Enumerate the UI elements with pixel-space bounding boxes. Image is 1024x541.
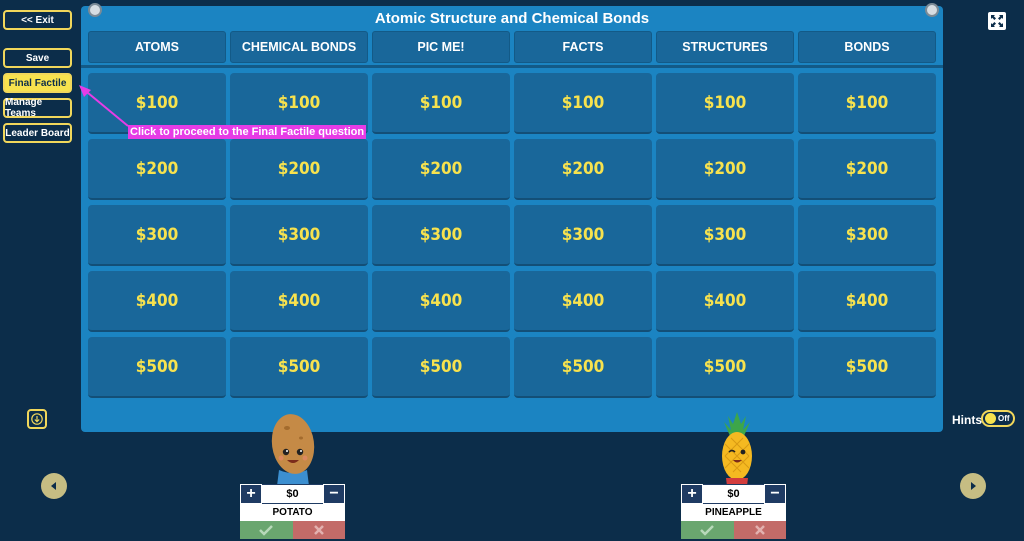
minus-icon: − (329, 485, 339, 502)
exit-button[interactable]: << Exit (3, 10, 72, 30)
add-points-button[interactable]: + (240, 484, 262, 504)
game-board: Atomic Structure and Chemical Bonds ATOM… (81, 6, 943, 432)
category-header: ATOMS (88, 31, 226, 63)
previous-button[interactable] (41, 473, 67, 499)
manage-teams-button[interactable]: Manage Teams (3, 97, 72, 119)
question-tile[interactable]: $300 (88, 205, 226, 266)
category-header: PIC ME! (372, 31, 510, 63)
question-tile[interactable]: $200 (656, 139, 794, 200)
category-header: FACTS (514, 31, 652, 63)
question-tile[interactable]: $500 (798, 337, 936, 398)
question-tile[interactable]: $400 (656, 271, 794, 332)
fullscreen-button[interactable] (988, 12, 1006, 30)
question-tile[interactable]: $300 (656, 205, 794, 266)
leader-board-button[interactable]: Leader Board (3, 123, 72, 143)
team-name: POTATO (240, 504, 345, 521)
team-scorecard: + $0 − POTATO (240, 484, 345, 539)
team-score: $0 (703, 484, 764, 504)
add-points-button[interactable]: + (681, 484, 703, 504)
subtract-points-button[interactable]: − (323, 484, 345, 504)
minus-icon: − (770, 485, 780, 502)
question-tile[interactable]: $200 (798, 139, 936, 200)
question-tile[interactable]: $300 (230, 205, 368, 266)
team-scorecard: + $0 − PINEAPPLE (681, 484, 786, 539)
final-factile-tooltip: Click to proceed to the Final Factile qu… (128, 125, 367, 139)
save-button[interactable]: Save (3, 48, 72, 68)
question-tile[interactable]: $400 (372, 271, 510, 332)
question-tile[interactable]: $100 (372, 73, 510, 134)
question-tile[interactable]: $400 (88, 271, 226, 332)
question-tile[interactable]: $400 (514, 271, 652, 332)
question-tile[interactable]: $200 (372, 139, 510, 200)
final-factile-button[interactable]: Final Factile (3, 73, 72, 93)
check-icon (259, 525, 274, 536)
incorrect-button[interactable] (733, 521, 786, 539)
pineapple-avatar (722, 412, 752, 486)
next-icon (971, 482, 976, 490)
hints-state: Off (998, 414, 1010, 423)
header-divider (81, 65, 943, 68)
cross-icon (313, 525, 324, 535)
question-tile[interactable]: $300 (372, 205, 510, 266)
team-score: $0 (262, 484, 323, 504)
question-tile[interactable]: $200 (230, 139, 368, 200)
incorrect-button[interactable] (292, 521, 345, 539)
potato-avatar (271, 414, 315, 486)
team-name: PINEAPPLE (681, 504, 786, 521)
next-button[interactable] (960, 473, 986, 499)
question-tile[interactable]: $500 (656, 337, 794, 398)
question-tile[interactable]: $400 (798, 271, 936, 332)
plus-icon: + (246, 485, 256, 502)
download-icon (31, 413, 43, 425)
fullscreen-icon (991, 15, 1003, 27)
question-tile[interactable]: $200 (88, 139, 226, 200)
correct-button[interactable] (240, 521, 293, 539)
cross-icon (754, 525, 765, 535)
subtract-points-button[interactable]: − (764, 484, 786, 504)
question-tile[interactable]: $500 (88, 337, 226, 398)
question-tile[interactable]: $300 (514, 205, 652, 266)
check-icon (700, 525, 715, 536)
question-tile[interactable]: $100 (798, 73, 936, 134)
toggle-knob (985, 413, 996, 424)
question-tile[interactable]: $200 (514, 139, 652, 200)
board-corner-bolt (88, 3, 102, 17)
previous-icon (51, 482, 56, 490)
question-tile[interactable]: $100 (656, 73, 794, 134)
question-tile[interactable]: $500 (372, 337, 510, 398)
category-header: BONDS (798, 31, 936, 63)
question-tile[interactable]: $100 (514, 73, 652, 134)
question-tile[interactable]: $400 (230, 271, 368, 332)
question-tile[interactable]: $500 (514, 337, 652, 398)
question-tile[interactable]: $500 (230, 337, 368, 398)
category-header: CHEMICAL BONDS (230, 31, 368, 63)
question-tile[interactable]: $300 (798, 205, 936, 266)
download-button[interactable] (27, 409, 47, 429)
board-corner-bolt (925, 3, 939, 17)
correct-button[interactable] (681, 521, 734, 539)
board-title: Atomic Structure and Chemical Bonds (374, 10, 650, 27)
hints-label: Hints (952, 413, 982, 427)
category-header: STRUCTURES (656, 31, 794, 63)
hints-toggle[interactable]: Off (981, 410, 1015, 427)
plus-icon: + (687, 485, 697, 502)
